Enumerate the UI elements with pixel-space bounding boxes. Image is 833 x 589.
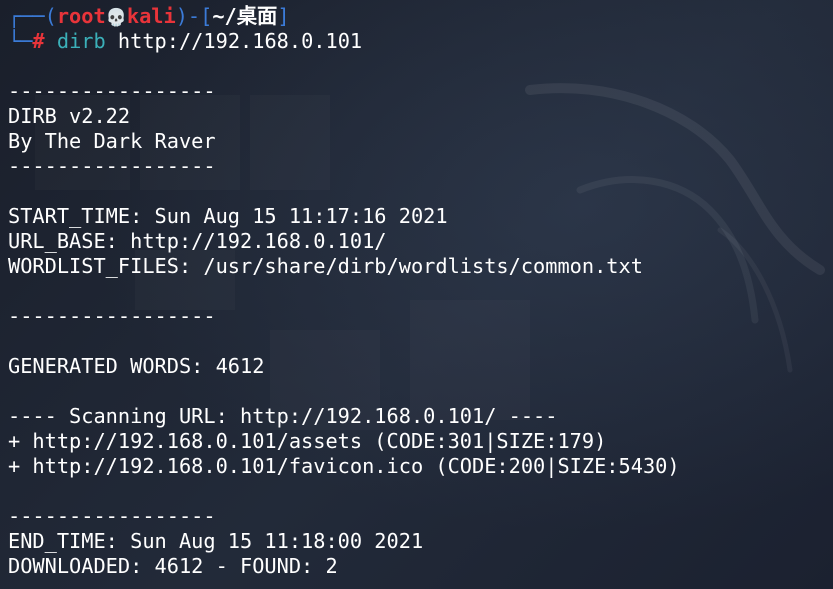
output-line: + http://192.168.0.101/assets (CODE:301|…: [8, 429, 607, 453]
prompt-separator: )-[: [175, 4, 213, 28]
prompt-frame: ┌──(: [8, 4, 57, 28]
output-line: By The Dark Raver: [8, 129, 216, 153]
prompt-line-command: └─# dirb http://192.168.0.101: [8, 29, 833, 54]
prompt-hash: #: [32, 29, 45, 53]
command-name: dirb: [56, 29, 106, 53]
output-line: URL_BASE: http://192.168.0.101/: [8, 229, 387, 253]
output-line: ---- Scanning URL: http://192.168.0.101/…: [8, 404, 558, 428]
prompt-user: root: [56, 4, 106, 28]
prompt-path: ~/桌面: [212, 4, 278, 28]
prompt-host: kali: [126, 4, 176, 28]
output-line: -----------------: [8, 504, 216, 528]
output-line: + http://192.168.0.101/favicon.ico (CODE…: [8, 454, 680, 478]
prompt-line-top: ┌──(root💀kali)-[~/桌面]: [8, 4, 833, 29]
prompt-frame-bottom: └─: [8, 29, 33, 53]
output-line: END_TIME: Sun Aug 15 11:18:00 2021: [8, 529, 424, 553]
output-line: -----------------: [8, 304, 216, 328]
command-argument: http://192.168.0.101: [117, 29, 363, 53]
output-line: DIRB v2.22: [8, 104, 131, 128]
output-line: WORDLIST_FILES: /usr/share/dirb/wordlist…: [8, 254, 643, 278]
output-line: GENERATED WORDS: 4612: [8, 354, 265, 378]
prompt-bracket: ]: [277, 4, 290, 28]
output-line: -----------------: [8, 79, 216, 103]
skull-icon: 💀: [105, 8, 127, 28]
output-line: DOWNLOADED: 4612 - FOUND: 2: [8, 554, 338, 578]
terminal-output: ┌──(root💀kali)-[~/桌面] └─# dirb http://19…: [8, 4, 833, 579]
output-line: -----------------: [8, 154, 216, 178]
output-line: START_TIME: Sun Aug 15 11:17:16 2021: [8, 204, 448, 228]
terminal-window[interactable]: ┌──(root💀kali)-[~/桌面] └─# dirb http://19…: [0, 0, 833, 589]
